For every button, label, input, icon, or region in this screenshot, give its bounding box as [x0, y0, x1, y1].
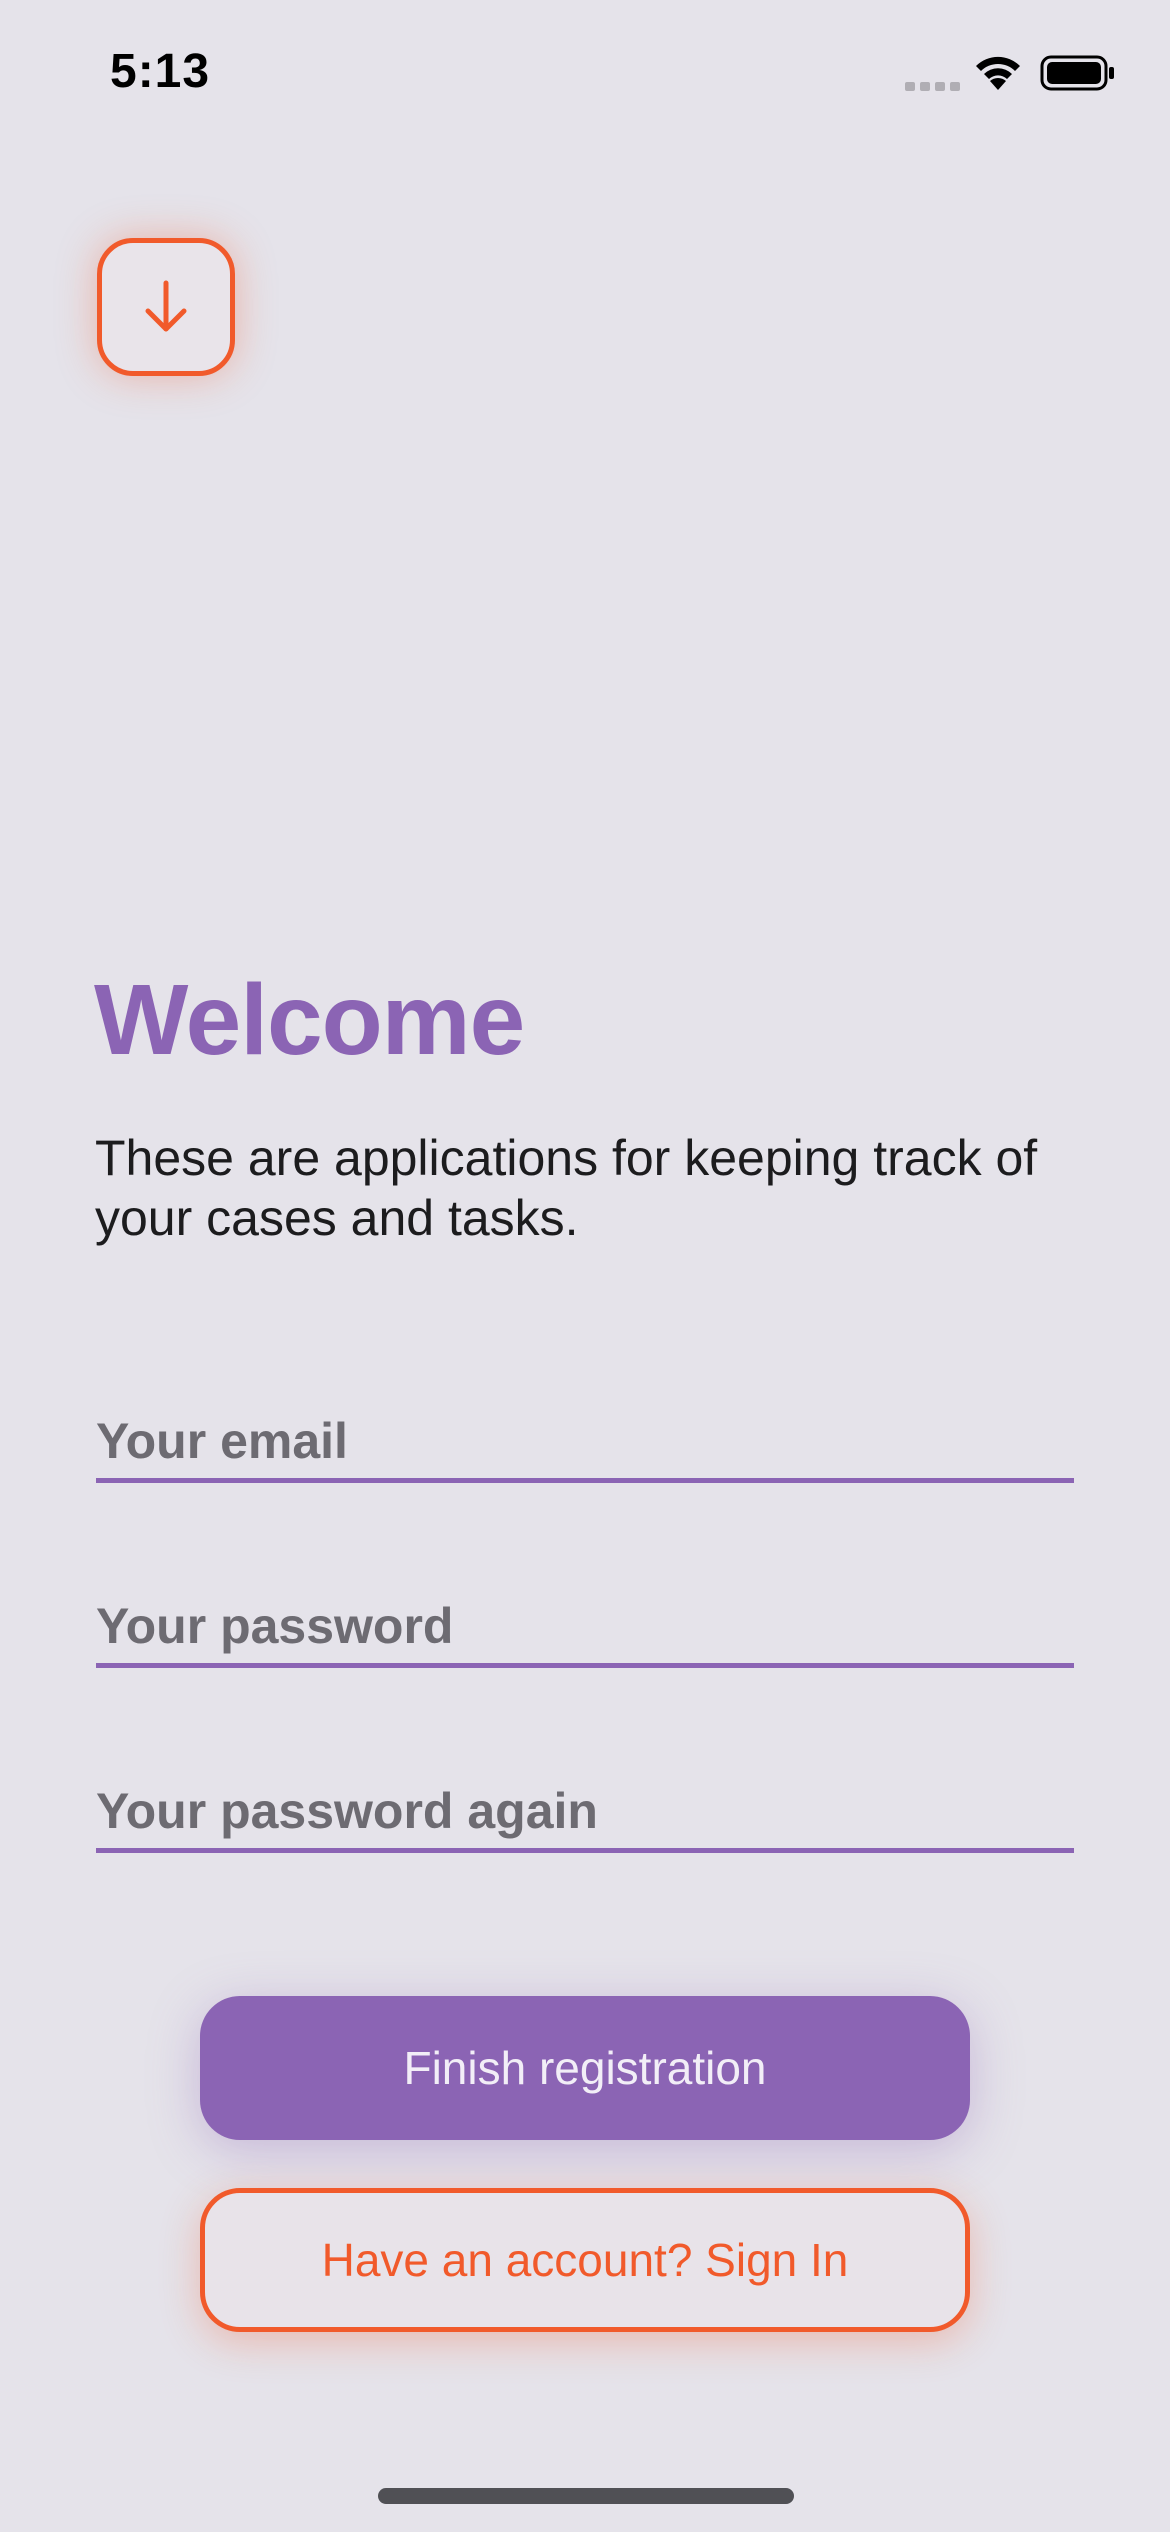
password-field[interactable] — [96, 1573, 1074, 1668]
cellular-signal-icon — [905, 82, 960, 91]
email-input[interactable] — [96, 1412, 1074, 1470]
download-button[interactable] — [97, 238, 235, 376]
status-time: 5:13 — [110, 45, 211, 98]
sign-in-button[interactable]: Have an account? Sign In — [200, 2188, 970, 2332]
page-subtitle: These are applications for keeping track… — [95, 1130, 1038, 1246]
password-again-field[interactable] — [96, 1758, 1074, 1853]
finish-registration-label: Finish registration — [403, 2042, 767, 2094]
arrow-down-icon — [145, 280, 187, 332]
wifi-icon — [976, 56, 1020, 90]
page-title: Welcome — [94, 964, 525, 1076]
sign-in-label: Have an account? Sign In — [321, 2234, 849, 2286]
status-bar: 5:13 — [0, 0, 1170, 150]
home-indicator — [378, 2488, 794, 2504]
email-field[interactable] — [96, 1388, 1074, 1483]
battery-icon — [1040, 55, 1114, 91]
finish-registration-button[interactable]: Finish registration — [200, 1996, 970, 2140]
password-again-input[interactable] — [96, 1782, 1074, 1840]
password-input[interactable] — [96, 1597, 1074, 1655]
